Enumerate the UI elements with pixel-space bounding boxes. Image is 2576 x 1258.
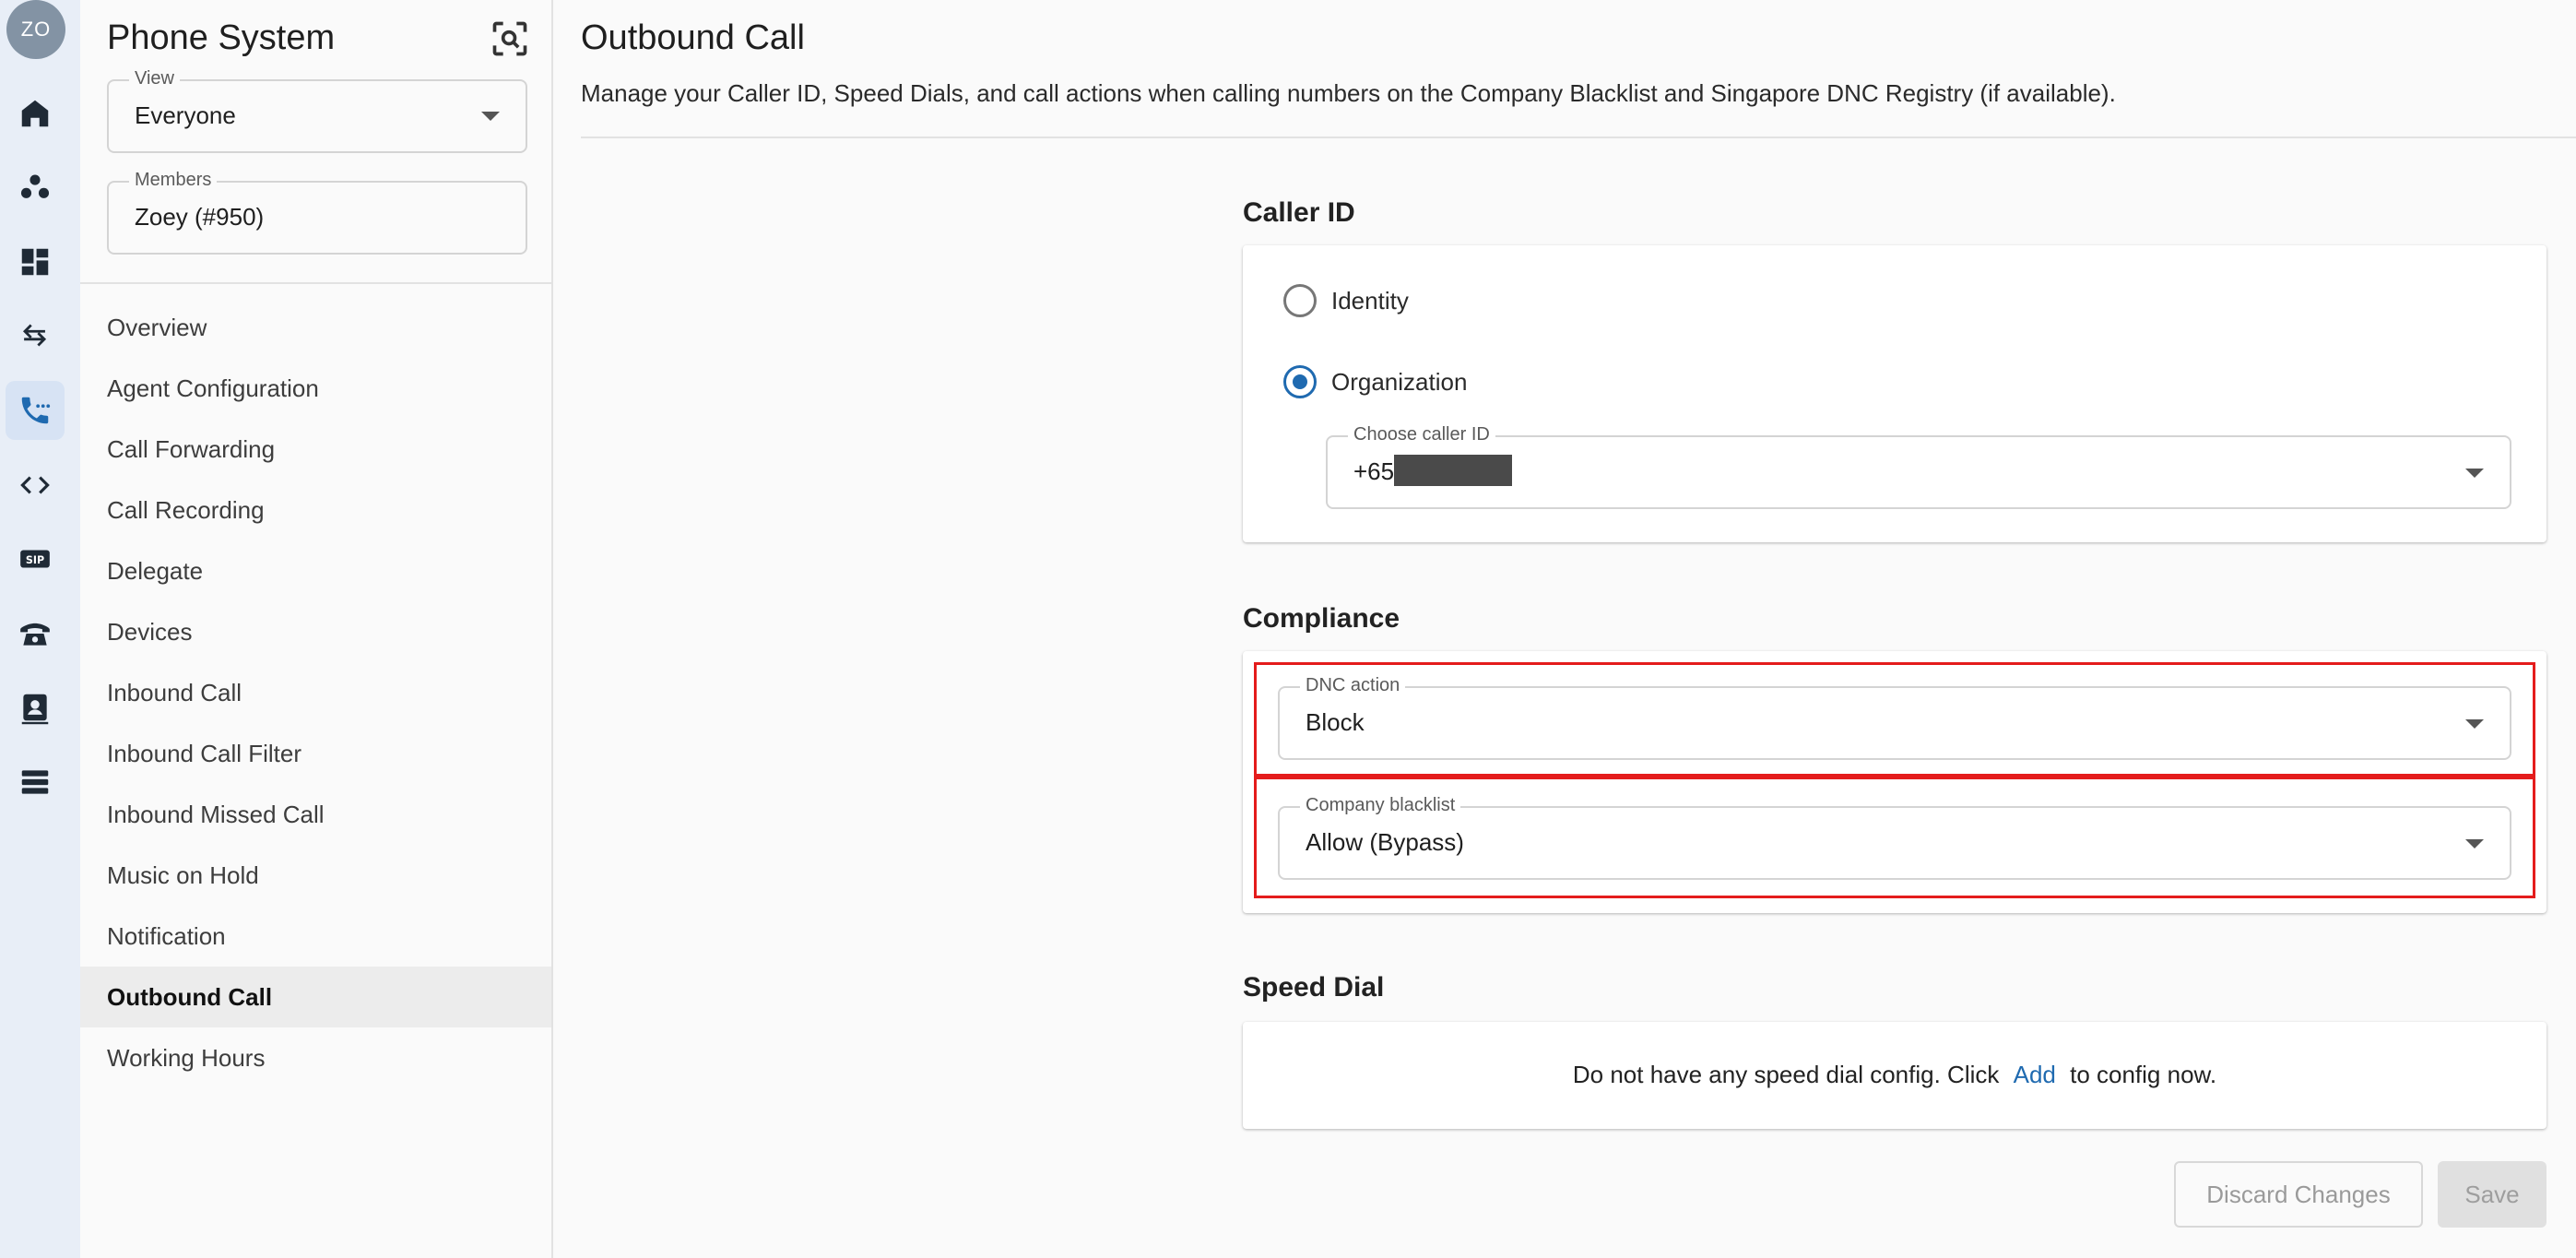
sidebar-nav: Overview Agent Configuration Call Forwar…	[80, 297, 551, 1088]
phone-dots-icon[interactable]	[6, 381, 65, 440]
speed-dial-message-after: to config now.	[2070, 1061, 2217, 1088]
speed-dial-empty-message: Do not have any speed dial config. Click…	[1243, 1061, 2546, 1089]
caller-id-section-title: Caller ID	[1243, 197, 1355, 228]
sidebar-item-devices[interactable]: Devices	[80, 601, 551, 662]
sidebar-item-overview[interactable]: Overview	[80, 297, 551, 358]
group-icon[interactable]	[6, 158, 65, 217]
avatar-initials: ZO	[20, 18, 52, 41]
sidebar-item-delegate[interactable]: Delegate	[80, 540, 551, 601]
sidebar-divider	[80, 282, 551, 284]
company-blacklist-label: Company blacklist	[1300, 795, 1461, 816]
discard-changes-button[interactable]: Discard Changes	[2174, 1161, 2423, 1228]
add-speed-dial-link[interactable]: Add	[2014, 1061, 2056, 1088]
save-button[interactable]: Save	[2438, 1161, 2546, 1228]
members-field[interactable]: Members Zoey (#950)	[107, 170, 527, 255]
desk-phone-icon[interactable]	[6, 604, 65, 663]
sidebar-item-call-recording[interactable]: Call Recording	[80, 480, 551, 540]
members-field-value: Zoey (#950)	[135, 203, 265, 231]
sidebar-item-inbound-missed-call[interactable]: Inbound Missed Call	[80, 784, 551, 845]
home-icon[interactable]	[6, 84, 65, 143]
dnc-action-value: Block	[1306, 708, 1365, 736]
caller-id-select-value: +65	[1353, 455, 1513, 489]
phone-system-sidebar: Phone System View Everyone Members Zoey …	[80, 0, 553, 1258]
redacted-block	[1394, 455, 1513, 487]
sip-icon[interactable]: SIP	[6, 529, 65, 588]
sidebar-item-outbound-call[interactable]: Outbound Call	[80, 967, 551, 1027]
members-field-label: Members	[129, 170, 218, 191]
view-select[interactable]: View Everyone	[107, 68, 527, 153]
speed-dial-section-title: Speed Dial	[1243, 972, 1385, 1003]
chevron-down-icon	[481, 112, 500, 121]
scan-search-icon[interactable]	[490, 18, 530, 59]
sidebar-item-notification[interactable]: Notification	[80, 906, 551, 967]
sidebar-item-working-hours[interactable]: Working Hours	[80, 1027, 551, 1088]
dnc-action-select[interactable]: DNC action Block	[1278, 675, 2511, 760]
company-blacklist-select[interactable]: Company blacklist Allow (Bypass)	[1278, 795, 2511, 880]
speed-dial-card: Do not have any speed dial config. Click…	[1243, 1022, 2546, 1129]
storage-list-icon[interactable]	[6, 753, 65, 812]
caller-id-select-label: Choose caller ID	[1348, 424, 1495, 445]
dnc-action-label: DNC action	[1300, 675, 1406, 696]
chevron-down-icon	[2465, 839, 2484, 849]
identity-radio-option[interactable]: Identity	[1283, 284, 1409, 317]
page-description: Manage your Caller ID, Speed Dials, and …	[581, 79, 2116, 107]
sidebar-item-call-forwarding[interactable]: Call Forwarding	[80, 419, 551, 480]
sidebar-item-agent-configuration[interactable]: Agent Configuration	[80, 358, 551, 419]
code-icon[interactable]	[6, 456, 65, 515]
chevron-down-icon	[2465, 469, 2484, 478]
caller-id-card: Identity Organization Choose caller ID +…	[1243, 245, 2546, 542]
view-select-label: View	[129, 68, 180, 89]
compliance-section-title: Compliance	[1243, 603, 1400, 634]
app-rail: ZO SIP	[0, 0, 80, 1258]
company-blacklist-value: Allow (Bypass)	[1306, 828, 1464, 856]
sidebar-item-music-on-hold[interactable]: Music on Hold	[80, 845, 551, 906]
svg-text:SIP: SIP	[26, 554, 44, 566]
header-divider	[581, 136, 2576, 138]
identity-radio[interactable]	[1283, 284, 1317, 317]
organization-radio[interactable]	[1283, 365, 1317, 398]
caller-id-prefix: +65	[1353, 457, 1395, 485]
view-select-value: Everyone	[135, 101, 236, 129]
organization-radio-label: Organization	[1331, 367, 1468, 396]
speed-dial-message-before: Do not have any speed dial config. Click	[1572, 1061, 2000, 1088]
avatar[interactable]: ZO	[6, 0, 65, 59]
sidebar-title: Phone System	[107, 18, 336, 57]
page-title: Outbound Call	[581, 18, 805, 57]
identity-radio-label: Identity	[1331, 286, 1409, 314]
sidebar-item-inbound-call[interactable]: Inbound Call	[80, 662, 551, 723]
dashboard-icon[interactable]	[6, 232, 65, 291]
contact-card-icon[interactable]	[6, 678, 65, 737]
sidebar-item-inbound-call-filter[interactable]: Inbound Call Filter	[80, 723, 551, 784]
caller-id-select[interactable]: Choose caller ID +65	[1326, 424, 2511, 509]
transfer-arrows-icon[interactable]	[6, 306, 65, 365]
organization-radio-option[interactable]: Organization	[1283, 365, 1467, 398]
main-content: Outbound Call Manage your Caller ID, Spe…	[555, 0, 2576, 1258]
chevron-down-icon	[2465, 719, 2484, 729]
compliance-card: DNC action Block Company blacklist Allow…	[1243, 651, 2546, 913]
